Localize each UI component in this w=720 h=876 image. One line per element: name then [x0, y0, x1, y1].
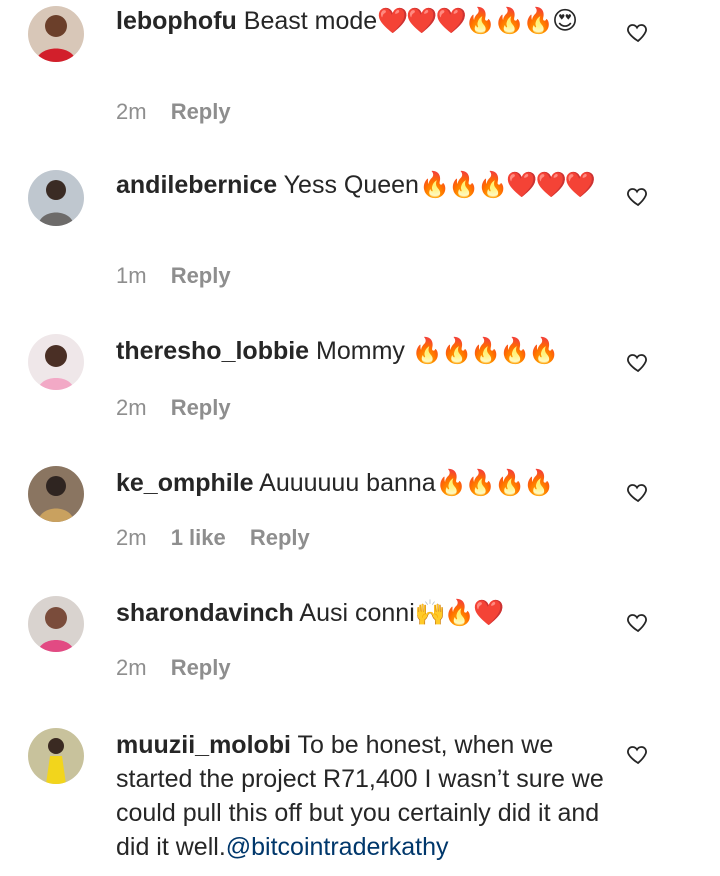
comment-time: 2m	[116, 655, 147, 680]
reply-button[interactable]: Reply	[250, 525, 310, 550]
heart-outline-icon[interactable]	[626, 184, 650, 208]
comment-username[interactable]: ke_omphile	[116, 469, 254, 497]
reply-button[interactable]: Reply	[171, 395, 231, 420]
avatar[interactable]	[28, 6, 84, 62]
avatar[interactable]	[28, 170, 84, 226]
comment-meta: 2m Reply	[116, 654, 249, 682]
comment-text: Mommy	[316, 337, 405, 365]
comment-text: Ausi conni	[299, 599, 415, 627]
comment-body: andilebernice Yess Queen🔥🔥🔥❤️❤️❤️	[116, 168, 606, 202]
comment-meta: 2m Reply	[116, 394, 249, 422]
comment-text: Beast mode	[243, 7, 378, 35]
reply-button[interactable]: Reply	[171, 99, 231, 124]
avatar[interactable]	[28, 334, 84, 390]
comment-body: sharondavinch Ausi conni🙌🔥❤️	[116, 596, 606, 630]
avatar[interactable]	[28, 466, 84, 522]
comment-text: Yess Queen	[283, 171, 419, 199]
avatar[interactable]	[28, 596, 84, 652]
heart-outline-icon[interactable]	[626, 350, 650, 374]
comment-body: ke_omphile Auuuuuu banna🔥🔥🔥🔥	[116, 466, 606, 500]
heart-outline-icon[interactable]	[626, 610, 650, 634]
comment-time: 2m	[116, 395, 147, 420]
like-count[interactable]: 1 like	[171, 525, 226, 550]
comment-emoji: ❤️❤️❤️🔥🔥🔥😍	[377, 6, 578, 35]
comment-text: Auuuuuu banna	[259, 469, 436, 497]
comment-body: muuzii_molobi To be honest, when we star…	[116, 728, 606, 864]
heart-outline-icon[interactable]	[626, 480, 650, 504]
comment-emoji: 🔥🔥🔥❤️❤️❤️	[418, 170, 596, 199]
comment-emoji: 🔥🔥🔥🔥🔥	[411, 336, 560, 365]
comment-username[interactable]: muuzii_molobi	[116, 731, 291, 759]
comment-username[interactable]: theresho_lobbie	[116, 337, 309, 365]
reply-button[interactable]: Reply	[171, 655, 231, 680]
comment-meta: 1m Reply	[116, 262, 249, 290]
comment-username[interactable]: lebophofu	[116, 7, 237, 35]
comment-body: theresho_lobbie Mommy 🔥🔥🔥🔥🔥	[116, 334, 606, 368]
reply-button[interactable]: Reply	[171, 263, 231, 288]
comment-time: 2m	[116, 525, 147, 550]
comment-emoji: 🔥🔥🔥🔥	[435, 468, 555, 497]
comment-time: 2m	[116, 99, 147, 124]
heart-outline-icon[interactable]	[626, 20, 650, 44]
comment-meta: 2m 1 like Reply	[116, 524, 328, 552]
avatar[interactable]	[28, 728, 84, 784]
comment-time: 1m	[116, 263, 147, 288]
comment-emoji: 🙌🔥❤️	[414, 598, 504, 627]
comment-username[interactable]: sharondavinch	[116, 599, 294, 627]
comment-username[interactable]: andilebernice	[116, 171, 277, 199]
comment-body: lebophofu Beast mode❤️❤️❤️🔥🔥🔥😍	[116, 4, 606, 38]
mention-link[interactable]: @bitcointraderkathy	[226, 833, 449, 861]
comment-meta: 2m Reply	[116, 98, 249, 126]
heart-outline-icon[interactable]	[626, 742, 650, 766]
